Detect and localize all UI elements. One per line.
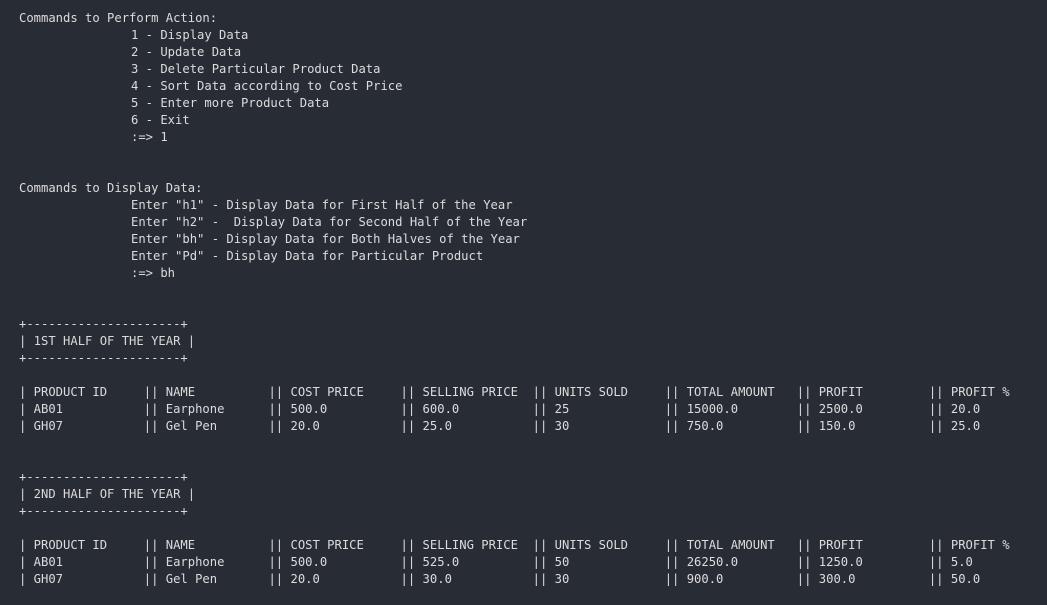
half2-border-bottom: +---------------------+	[19, 504, 188, 518]
half1-table-header: | PRODUCT ID || NAME || COST PRICE || SE…	[19, 385, 1047, 399]
half2-table-header: | PRODUCT ID || NAME || COST PRICE || SE…	[19, 538, 1047, 552]
half2-table-row: | GH07 || Gel Pen || 20.0 || 30.0 || 30 …	[19, 572, 1047, 586]
half1-table-row: | AB01 || Earphone || 500.0 || 600.0 || …	[19, 402, 1047, 416]
actions-header: Commands to Perform Action:	[19, 11, 218, 25]
half1-table-row: | GH07 || Gel Pen || 20.0 || 25.0 || 30 …	[19, 419, 1047, 433]
display-header: Commands to Display Data:	[19, 181, 203, 195]
display-item-h1: Enter "h1" - Display Data for First Half…	[131, 198, 513, 212]
action-prompt[interactable]: :=> 1	[131, 129, 168, 146]
action-item-update: 2 - Update Data	[131, 45, 242, 59]
terminal-window[interactable]: Commands to Perform Action: 1 - Display …	[0, 0, 1047, 605]
half2-border-top: +---------------------+	[19, 470, 188, 484]
half1-border-top: +---------------------+	[19, 317, 188, 331]
half2-title: | 2ND HALF OF THE YEAR |	[19, 487, 196, 501]
half1-title: | 1ST HALF OF THE YEAR |	[19, 334, 196, 348]
action-item-delete: 3 - Delete Particular Product Data	[131, 62, 381, 76]
action-item-display: 1 - Display Data	[131, 28, 249, 42]
display-item-h2: Enter "h2" - Display Data for Second Hal…	[131, 215, 528, 229]
display-prompt[interactable]: :=> bh	[131, 265, 175, 282]
action-item-exit: 6 - Exit	[131, 113, 190, 127]
action-item-enter: 5 - Enter more Product Data	[131, 96, 330, 110]
display-item-pd: Enter "Pd" - Display Data for Particular…	[131, 249, 484, 263]
action-item-sort: 4 - Sort Data according to Cost Price	[131, 79, 403, 93]
half1-border-bottom: +---------------------+	[19, 351, 188, 365]
display-item-bh: Enter "bh" - Display Data for Both Halve…	[131, 232, 520, 246]
half2-table-row: | AB01 || Earphone || 500.0 || 525.0 || …	[19, 555, 1047, 569]
